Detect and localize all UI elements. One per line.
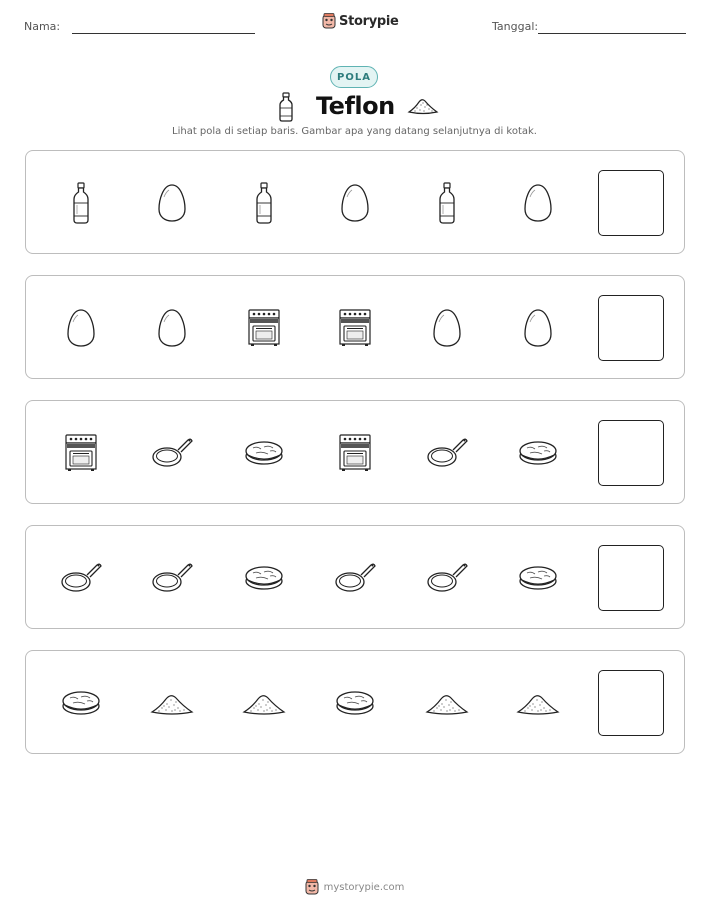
- bottle-icon: [276, 92, 296, 122]
- egg-icon: [58, 303, 104, 353]
- pancake-icon: [241, 553, 287, 603]
- powder-pile-icon: [424, 678, 470, 728]
- frying-pan-icon: [149, 428, 195, 478]
- pancake-icon: [241, 428, 287, 478]
- egg-icon: [149, 178, 195, 228]
- storypie-mascot-icon: [322, 13, 336, 29]
- pattern-row-5: [25, 650, 685, 754]
- powder-pile-icon: [241, 678, 287, 728]
- bottle-icon: [58, 178, 104, 228]
- storypie-mascot-icon: [305, 879, 319, 895]
- stove-icon: [241, 303, 287, 353]
- pancake-icon: [332, 678, 378, 728]
- answer-box[interactable]: [598, 420, 664, 486]
- answer-box[interactable]: [598, 170, 664, 236]
- frying-pan-icon: [58, 553, 104, 603]
- date-field[interactable]: [538, 33, 686, 34]
- date-label: Tanggal:: [492, 20, 539, 33]
- powder-pile-icon: [407, 95, 439, 115]
- name-label: Nama:: [24, 20, 61, 33]
- bottle-icon: [241, 178, 287, 228]
- stove-icon: [58, 428, 104, 478]
- pattern-row-2: [25, 275, 685, 379]
- egg-icon: [515, 303, 561, 353]
- frying-pan-icon: [332, 553, 378, 603]
- pattern-row-1: [25, 150, 685, 254]
- page-title: Teflon: [316, 92, 395, 120]
- powder-pile-icon: [149, 678, 195, 728]
- stove-icon: [332, 428, 378, 478]
- bottle-icon: [424, 178, 470, 228]
- footer: mystorypie.com: [0, 879, 709, 895]
- name-field[interactable]: [72, 33, 255, 34]
- brand-name: Storypie: [339, 13, 399, 29]
- footer-url[interactable]: mystorypie.com: [324, 882, 405, 893]
- pancake-icon: [515, 428, 561, 478]
- topic-badge: POLA: [330, 66, 378, 88]
- pancake-icon: [58, 678, 104, 728]
- egg-icon: [424, 303, 470, 353]
- pancake-icon: [515, 553, 561, 603]
- answer-box[interactable]: [598, 545, 664, 611]
- egg-icon: [149, 303, 195, 353]
- pattern-row-4: [25, 525, 685, 629]
- pattern-row-3: [25, 400, 685, 504]
- answer-box[interactable]: [598, 295, 664, 361]
- stove-icon: [332, 303, 378, 353]
- frying-pan-icon: [149, 553, 195, 603]
- answer-box[interactable]: [598, 670, 664, 736]
- egg-icon: [332, 178, 378, 228]
- frying-pan-icon: [424, 428, 470, 478]
- instructions-text: Lihat pola di setiap baris. Gambar apa y…: [172, 126, 537, 137]
- frying-pan-icon: [424, 553, 470, 603]
- egg-icon: [515, 178, 561, 228]
- brand-logo: Storypie: [322, 13, 399, 29]
- powder-pile-icon: [515, 678, 561, 728]
